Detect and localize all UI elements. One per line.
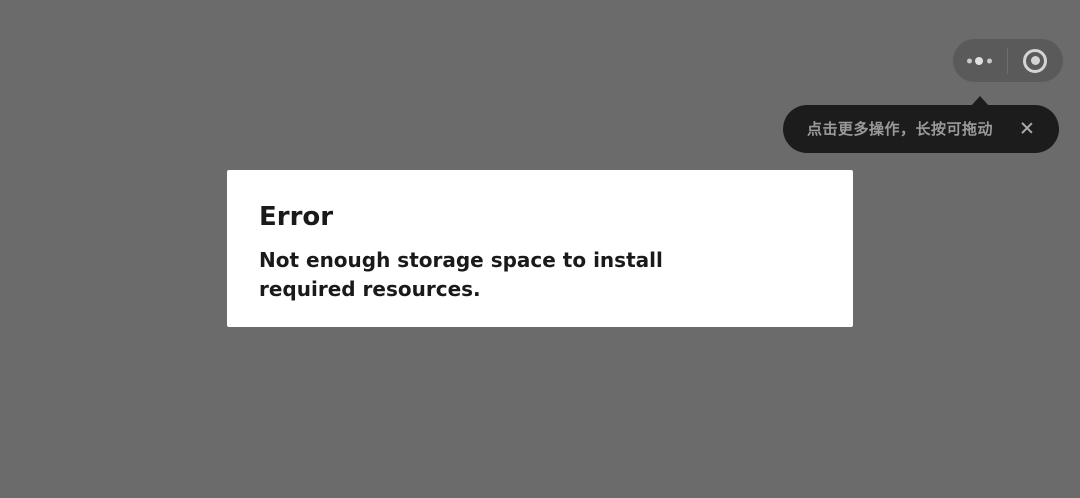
dialog-message: Not enough storage space to install requ…: [259, 248, 663, 301]
dialog-title: Error: [259, 202, 334, 232]
close-icon[interactable]: [1019, 120, 1035, 136]
exit-button[interactable]: [1008, 39, 1062, 82]
more-dots-icon: [967, 56, 993, 66]
more-button[interactable]: [953, 39, 1007, 82]
mini-program-capsule: [953, 39, 1063, 82]
capsule-hint-tooltip: 点击更多操作，长按可拖动: [783, 105, 1059, 153]
target-circle-icon: [1023, 48, 1047, 73]
error-dialog: Error Not enough storage space to instal…: [227, 170, 853, 327]
tooltip-text: 点击更多操作，长按可拖动: [807, 120, 994, 138]
